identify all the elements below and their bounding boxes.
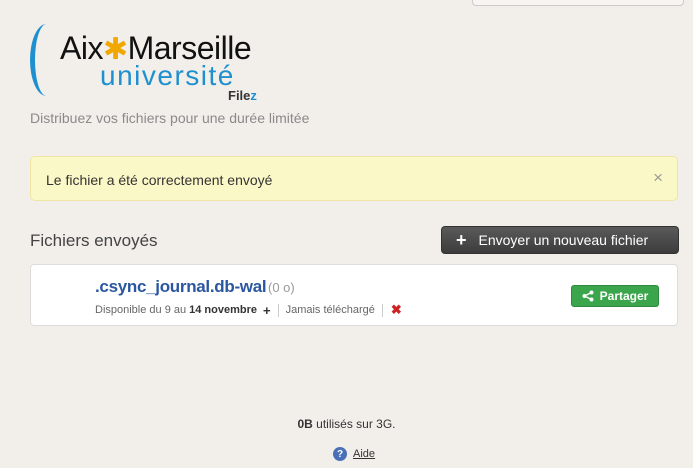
logo-aix: Aix bbox=[60, 30, 103, 66]
upload-new-file-button[interactable]: + Envoyer un nouveau fichier bbox=[441, 226, 679, 254]
plus-icon: + bbox=[456, 230, 467, 250]
delete-icon[interactable]: ✖ bbox=[391, 302, 402, 318]
product-name: Filez bbox=[228, 89, 257, 102]
share-button-label: Partager bbox=[599, 289, 649, 303]
file-row: .csync_journal.db-wal (0 o) Disponible d… bbox=[30, 264, 678, 326]
usage-amount: 0B bbox=[297, 417, 313, 431]
download-status: Jamais téléchargé bbox=[285, 304, 375, 316]
share-button[interactable]: Partager bbox=[571, 285, 659, 307]
availability-prefix: Disponible du 9 au bbox=[95, 304, 187, 316]
upload-button-label: Envoyer un nouveau fichier bbox=[478, 232, 649, 248]
product-name-suffix: z bbox=[250, 88, 257, 103]
divider bbox=[381, 303, 383, 317]
availability-end-date: 14 novembre bbox=[189, 304, 257, 316]
logo-wordmark-line2: université bbox=[100, 60, 235, 91]
file-name-link[interactable]: .csync_journal.db-wal bbox=[95, 277, 267, 297]
section-title: Fichiers envoyés bbox=[30, 231, 158, 250]
product-name-prefix: File bbox=[228, 88, 251, 103]
extend-plus-icon[interactable]: + bbox=[263, 304, 271, 317]
help-icon[interactable]: ? bbox=[333, 447, 347, 461]
storage-usage: 0B utilisés sur 3G. bbox=[0, 417, 693, 431]
help-link[interactable]: Aide bbox=[353, 448, 375, 460]
aix-marseille-logo: Aix✱Marseille université Filez bbox=[30, 22, 270, 106]
usage-text: utilisés sur 3G. bbox=[312, 417, 396, 431]
success-alert: Le fichier a été correctement envoyé × bbox=[30, 156, 678, 201]
file-size: (0 o) bbox=[268, 280, 295, 295]
share-icon bbox=[582, 290, 594, 302]
file-meta: Disponible du 9 au 14 novembre + Jamais … bbox=[95, 302, 402, 318]
tagline: Distribuez vos fichiers pour une durée l… bbox=[30, 110, 310, 126]
divider bbox=[277, 303, 279, 317]
help-link-container: ? Aide bbox=[333, 447, 375, 461]
close-icon[interactable]: × bbox=[653, 168, 663, 188]
alert-message: Le fichier a été correctement envoyé bbox=[46, 172, 273, 188]
logo-parenthesis-mark bbox=[30, 24, 63, 96]
top-menu-stub[interactable] bbox=[472, 0, 684, 6]
